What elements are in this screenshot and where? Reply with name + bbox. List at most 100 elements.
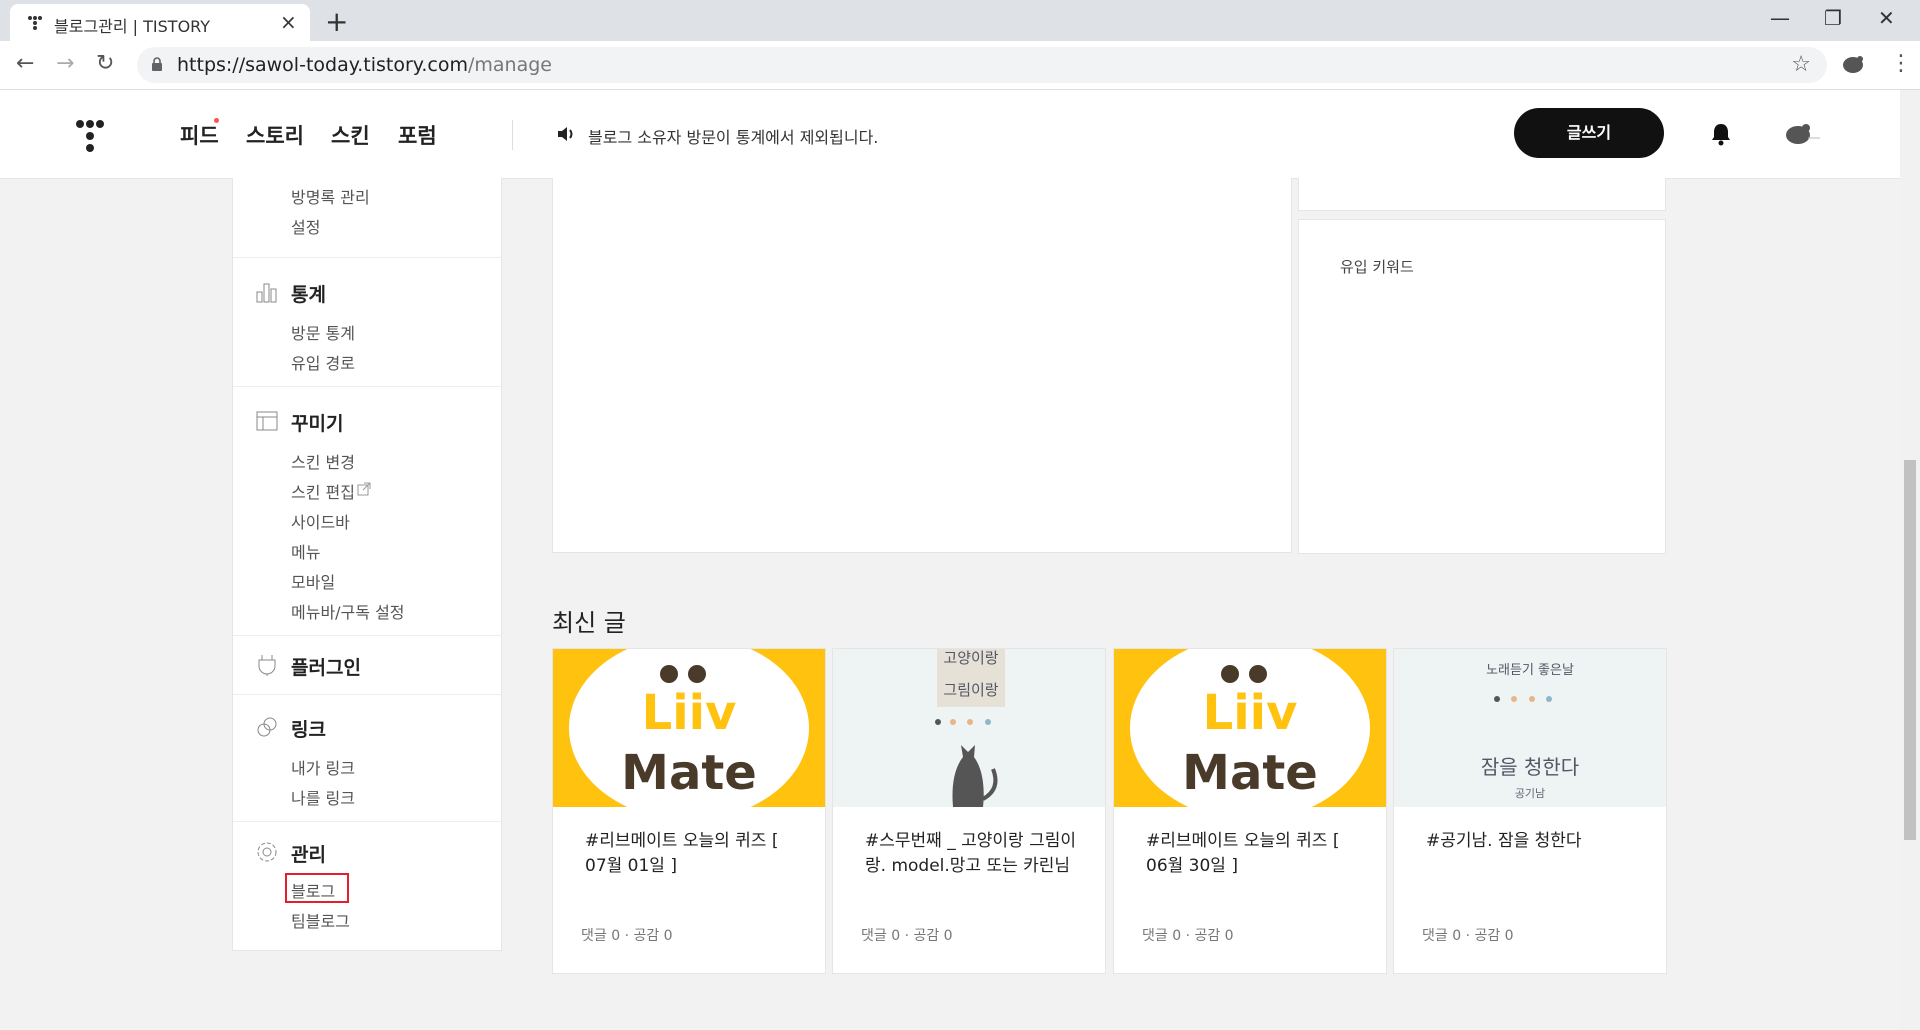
sidebar-title-link[interactable]: 링크 <box>291 715 326 742</box>
minimize-button[interactable]: — <box>1770 6 1790 30</box>
url-host: https://sawol-today.tistory.com <box>177 54 468 76</box>
post-thumbnail[interactable]: 고양이랑 그림이랑 <box>833 649 1105 807</box>
tab-close-icon[interactable]: × <box>280 10 297 34</box>
post-meta: 댓글 0 · 공감 0 <box>1142 928 1234 944</box>
nav-story[interactable]: 스토리 <box>246 120 304 150</box>
write-button[interactable]: 글쓰기 <box>1514 108 1664 158</box>
sidebar-item-skin-edit[interactable]: 스킨 편집 <box>291 479 355 503</box>
liiv-text: Liiv <box>642 685 737 741</box>
sidebar-section-stats: 통계 방문 통계 유입 경로 <box>233 258 501 387</box>
sidebar-title-stats[interactable]: 통계 <box>291 280 326 307</box>
reload-button[interactable]: ↻ <box>96 51 114 76</box>
url-text: https://sawol-today.tistory.com/manage <box>177 54 552 76</box>
stats-panel <box>552 178 1292 553</box>
admin-sidebar: 방명록 관리 설정 통계 방문 통계 유입 경로 꾸미기 스킨 변경 스킨 편집… <box>232 178 502 951</box>
sidebar-item-skin-change[interactable]: 스킨 변경 <box>291 449 355 473</box>
extension-icon[interactable] <box>1840 51 1866 77</box>
mate-text: Mate <box>1182 745 1318 801</box>
post-card[interactable]: 고양이랑 그림이랑 #스무번째 _ 고양이랑 그림이랑. model.망고 또는… <box>832 648 1106 974</box>
url-path: /manage <box>467 54 552 76</box>
post-card[interactable]: 노래듣기 좋은날 잠을 청한다 공기남 #공기남. 잠을 청한다 댓글 0 · … <box>1393 648 1667 974</box>
speaker-icon <box>558 127 573 141</box>
site-header: 피드 스토리 스킨 포럼 블로그 소유자 방문이 통계에서 제외됩니다. 글쓰기 <box>0 90 1900 179</box>
sidebar-item-referrer[interactable]: 유입 경로 <box>291 350 355 374</box>
sidebar-item-link-to-me[interactable]: 나를 링크 <box>291 785 355 809</box>
post-card[interactable]: Liiv Mate #리브메이트 오늘의 퀴즈 [ 06월 30일 ] 댓글 0… <box>1113 648 1387 974</box>
sidebar-section-design: 꾸미기 스킨 변경 스킨 편집 사이드바 메뉴 모바일 메뉴바/구독 설정 <box>233 387 501 636</box>
sidebar-item-team-blog[interactable]: 팀블로그 <box>291 908 350 932</box>
sidebar-item-sidebar[interactable]: 사이드바 <box>291 509 350 533</box>
notice-text: 블로그 소유자 방문이 통계에서 제외됩니다. <box>588 128 879 147</box>
bell-icon[interactable] <box>1710 122 1732 146</box>
cat-text-a: 고양이랑 <box>943 649 998 667</box>
mate-text: Mate <box>621 745 757 801</box>
link-icon <box>257 717 277 737</box>
post-thumbnail[interactable]: Liiv Mate <box>1114 649 1386 807</box>
post-title[interactable]: #리브메이트 오늘의 퀴즈 [ 07월 01일 ] <box>585 829 800 879</box>
address-bar[interactable]: https://sawol-today.tistory.com/manage ☆ <box>137 47 1827 83</box>
liiv-mate-logo: Liiv Mate <box>553 649 825 807</box>
post-meta: 댓글 0 · 공감 0 <box>861 928 953 944</box>
sleep-main-text: 잠을 청한다 <box>1481 755 1579 779</box>
browser-tabstrip: 블로그관리 | TISTORY × + — ❐ ✕ <box>0 0 1920 41</box>
sidebar-section-top: 방명록 관리 설정 <box>233 178 501 258</box>
bar-chart-icon <box>256 283 277 303</box>
sleep-top-text: 노래듣기 좋은날 <box>1486 663 1574 678</box>
sidebar-title-design[interactable]: 꾸미기 <box>291 409 343 436</box>
sidebar-item-guestbook[interactable]: 방명록 관리 <box>291 184 370 208</box>
sidebar-item-menu[interactable]: 메뉴 <box>291 539 320 563</box>
bookmark-star-icon[interactable]: ☆ <box>1791 52 1811 77</box>
layout-icon <box>256 411 278 431</box>
sidebar-item-menubar[interactable]: 메뉴바/구독 설정 <box>291 599 405 623</box>
tab-title: 블로그관리 | TISTORY <box>54 17 211 36</box>
restore-button[interactable]: ❐ <box>1824 6 1842 30</box>
liiv-mate-logo: Liiv Mate <box>1114 649 1386 807</box>
scrollbar-thumb[interactable] <box>1904 460 1916 840</box>
cat-illustration: 고양이랑 그림이랑 <box>833 649 1105 807</box>
plug-icon <box>258 655 276 676</box>
post-thumbnail[interactable]: Liiv Mate <box>553 649 825 807</box>
browser-toolbar: ← → ↻ https://sawol-today.tistory.com/ma… <box>0 41 1920 90</box>
lock-icon <box>152 57 162 71</box>
sidebar-title-plugin[interactable]: 플러그인 <box>291 653 361 680</box>
browser-tab[interactable]: 블로그관리 | TISTORY × <box>10 4 310 41</box>
sidebar-item-visit-stats[interactable]: 방문 통계 <box>291 320 355 344</box>
liiv-text: Liiv <box>1203 685 1298 741</box>
post-title[interactable]: #공기남. 잠을 청한다 <box>1426 829 1641 854</box>
sidebar-item-mobile[interactable]: 모바일 <box>291 569 335 593</box>
side-panel-top <box>1298 178 1666 211</box>
post-title[interactable]: #스무번째 _ 고양이랑 그림이랑. model.망고 또는 카린님 <box>865 829 1080 879</box>
nav-forum[interactable]: 포럼 <box>398 120 437 150</box>
forward-button[interactable]: → <box>56 51 74 76</box>
post-meta: 댓글 0 · 공감 0 <box>581 928 673 944</box>
back-button[interactable]: ← <box>16 51 34 76</box>
sidebar-section-link: 링크 내가 링크 나를 링크 <box>233 695 501 822</box>
sleep-illustration: 노래듣기 좋은날 잠을 청한다 공기남 <box>1394 649 1666 807</box>
sidebar-title-manage[interactable]: 관리 <box>291 840 326 867</box>
new-tab-button[interactable]: + <box>325 5 348 38</box>
sidebar-item-settings[interactable]: 설정 <box>291 214 320 238</box>
header-divider <box>512 120 513 150</box>
new-dot-icon <box>214 118 219 123</box>
cat-text-b: 그림이랑 <box>943 681 998 699</box>
browser-menu-icon[interactable]: ⋮ <box>1890 51 1912 76</box>
post-card[interactable]: Liiv Mate #리브메이트 오늘의 퀴즈 [ 07월 01일 ] 댓글 0… <box>552 648 826 974</box>
highlight-box <box>285 873 349 903</box>
external-link-icon <box>357 482 371 496</box>
post-title[interactable]: #리브메이트 오늘의 퀴즈 [ 06월 30일 ] <box>1146 829 1361 879</box>
post-thumbnail[interactable]: 노래듣기 좋은날 잠을 청한다 공기남 <box>1394 649 1666 807</box>
tistory-favicon-icon <box>28 16 42 30</box>
sleep-small-text: 공기남 <box>1515 787 1545 800</box>
sidebar-section-plugin: 플러그인 <box>233 636 501 695</box>
page-scrollbar[interactable] <box>1900 90 1920 1030</box>
sidebar-item-my-link[interactable]: 내가 링크 <box>291 755 355 779</box>
sidebar-section-manage: 관리 블로그 팀블로그 <box>233 822 501 950</box>
window-close-button[interactable]: ✕ <box>1878 6 1895 30</box>
avatar[interactable] <box>1782 120 1822 148</box>
keywords-label: 유입 키워드 <box>1340 258 1414 276</box>
post-meta: 댓글 0 · 공감 0 <box>1422 928 1514 944</box>
recent-posts-title: 최신 글 <box>552 609 626 637</box>
tistory-logo-icon[interactable] <box>75 119 105 153</box>
nav-feed[interactable]: 피드 <box>180 120 219 150</box>
nav-skin[interactable]: 스킨 <box>331 120 370 150</box>
